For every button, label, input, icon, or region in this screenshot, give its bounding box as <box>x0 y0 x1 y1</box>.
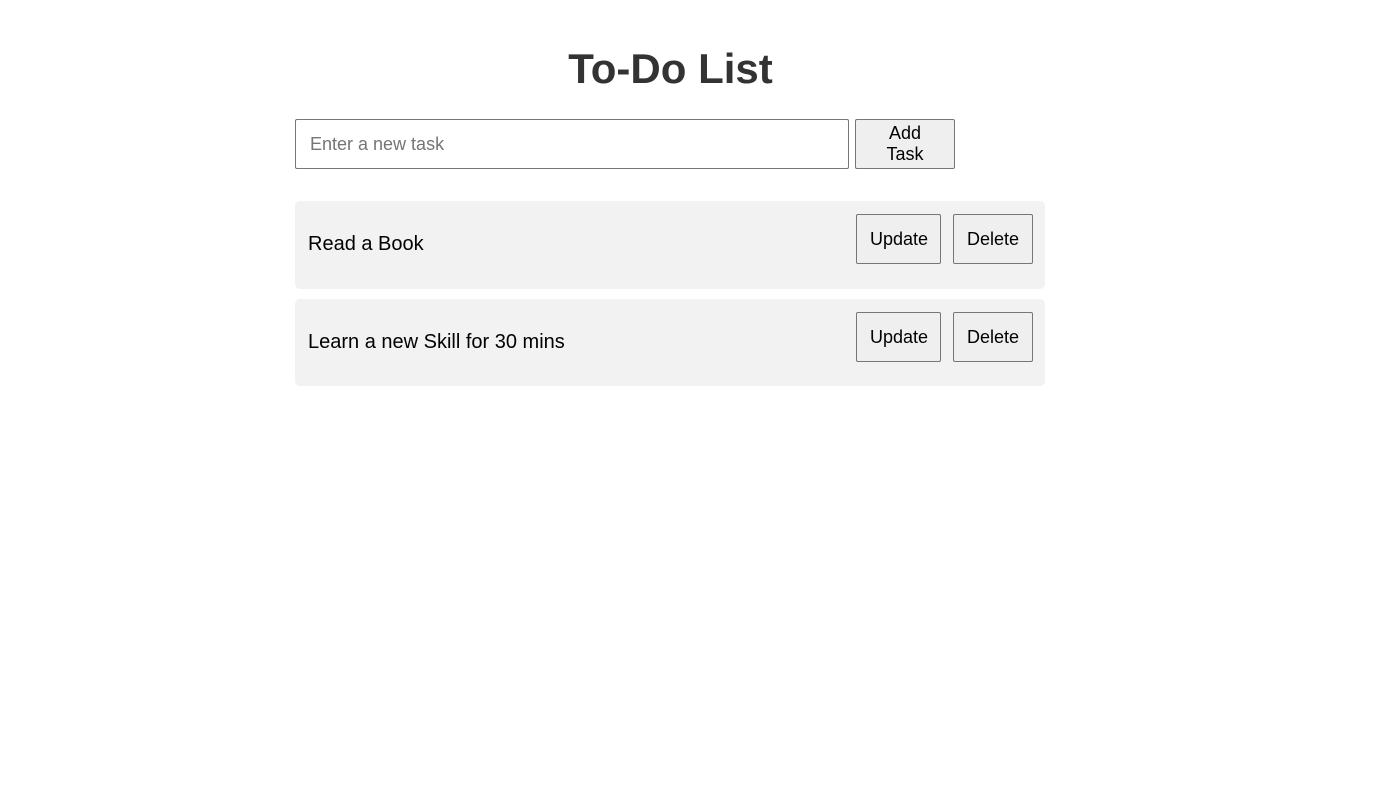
add-task-button[interactable]: Add Task <box>855 119 955 169</box>
task-item: Learn a new Skill for 30 mins Update Del… <box>295 299 1045 386</box>
task-actions: Update Delete <box>856 312 1033 362</box>
update-task-button[interactable]: Update <box>856 214 941 264</box>
task-list: Read a Book Update Delete Learn a new Sk… <box>295 201 1045 396</box>
add-task-form: Add Task <box>295 119 955 169</box>
delete-task-button[interactable]: Delete <box>953 312 1033 362</box>
update-task-button[interactable]: Update <box>856 312 941 362</box>
task-text: Read a Book <box>308 233 424 255</box>
todo-page: To-Do List Add Task Read a Book Update D… <box>0 0 1377 796</box>
task-actions: Update Delete <box>856 214 1033 264</box>
delete-task-button[interactable]: Delete <box>953 214 1033 264</box>
page-title: To-Do List <box>568 45 773 92</box>
new-task-input[interactable] <box>295 119 849 169</box>
task-item: Read a Book Update Delete <box>295 201 1045 289</box>
task-text: Learn a new Skill for 30 mins <box>308 331 565 353</box>
